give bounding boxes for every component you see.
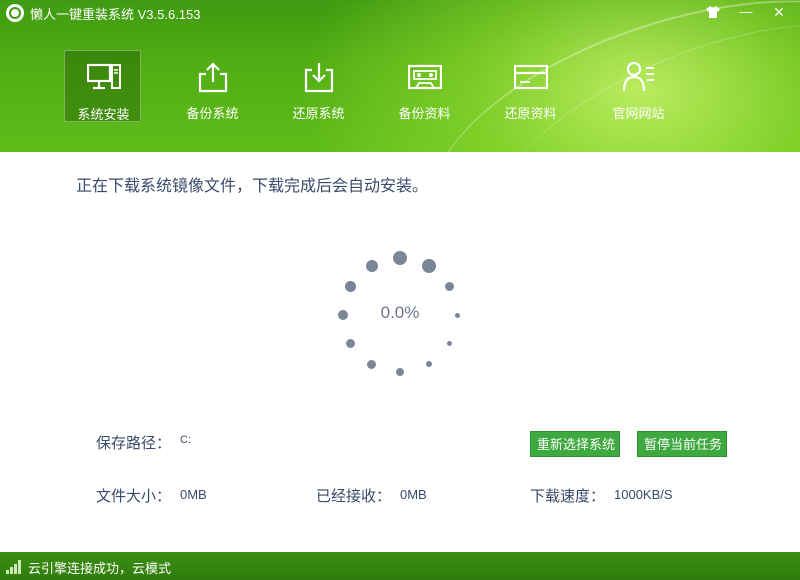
card-icon: [514, 64, 548, 90]
shirt-icon: [706, 6, 720, 18]
tab-official-website[interactable]: 官网网站: [600, 50, 677, 122]
received-label: 已经接收：: [316, 488, 392, 505]
tab-label: 备份系统: [186, 106, 239, 121]
tab-backup-data[interactable]: 备份资料: [386, 50, 463, 122]
tab-label: 备份资料: [398, 106, 451, 121]
progress-percent: 0.0%: [380, 303, 420, 322]
spinner-dot: [365, 259, 378, 272]
status-text: 云引擎连接成功，云模式: [28, 561, 172, 576]
spinner-dot: [345, 281, 357, 292]
spinner-dot: [346, 339, 356, 348]
upload-icon: [198, 62, 228, 93]
download-icon: [304, 63, 334, 93]
status-message: 正在下载系统镜像文件，下载完成后会自动安装。: [76, 178, 429, 195]
header: 懒人一键重装系统 V3.5.6.153 — ✕ 系统安装 备份系统 还原系统 备…: [0, 0, 800, 152]
save-path-value: C:: [180, 434, 191, 446]
app-logo-icon: [6, 4, 24, 22]
tab-label: 系统安装: [77, 107, 130, 122]
tab-label: 还原系统: [292, 106, 345, 121]
tab-restore-data[interactable]: 还原资料: [492, 50, 569, 122]
file-size-value: 0MB: [180, 487, 207, 502]
tab-label: 官网网站: [612, 106, 665, 121]
spinner-dot: [396, 368, 404, 376]
window-title: 懒人一键重装系统 V3.5.6.153: [30, 7, 201, 22]
spinner-dot: [446, 341, 452, 346]
download-speed-label: 下载速度：: [530, 488, 606, 505]
close-button[interactable]: ✕: [766, 2, 792, 22]
spinner-dot: [393, 251, 407, 265]
main-content: 正在下载系统镜像文件，下载完成后会自动安装。 0.0% 保存路径： C: 重新选…: [0, 152, 800, 552]
main-toolbar: 系统安装 备份系统 还原系统 备份资料 还原资料 官网网站: [64, 50, 764, 126]
computer-icon: [87, 63, 121, 90]
save-path-label: 保存路径：: [96, 435, 172, 452]
status-bar: 云引擎连接成功，云模式: [0, 552, 800, 580]
reselect-system-button[interactable]: 重新选择系统: [530, 431, 620, 457]
pause-task-button[interactable]: 暂停当前任务: [637, 431, 727, 457]
signal-icon: [6, 560, 22, 574]
spinner-dot: [367, 359, 376, 369]
title-bar[interactable]: 懒人一键重装系统 V3.5.6.153 — ✕: [0, 0, 800, 26]
spinner-dot: [444, 282, 454, 291]
cassette-icon: [408, 64, 442, 90]
tab-system-install[interactable]: 系统安装: [64, 50, 141, 122]
tab-label: 还原资料: [504, 106, 557, 121]
tab-restore-system[interactable]: 还原系统: [280, 50, 357, 122]
spinner-dot: [425, 361, 432, 368]
file-size-label: 文件大小：: [96, 488, 172, 505]
download-speed-value: 1000KB/S: [614, 487, 673, 502]
received-value: 0MB: [400, 487, 427, 502]
skin-button[interactable]: [700, 2, 726, 22]
person-icon: [622, 61, 654, 92]
tab-backup-system[interactable]: 备份系统: [174, 50, 251, 122]
app-window: 懒人一键重装系统 V3.5.6.153 — ✕ 系统安装 备份系统 还原系统 备…: [0, 0, 800, 580]
spinner-dot: [421, 258, 436, 273]
minimize-button[interactable]: —: [733, 2, 759, 22]
loading-spinner: 0.0%: [330, 245, 470, 385]
